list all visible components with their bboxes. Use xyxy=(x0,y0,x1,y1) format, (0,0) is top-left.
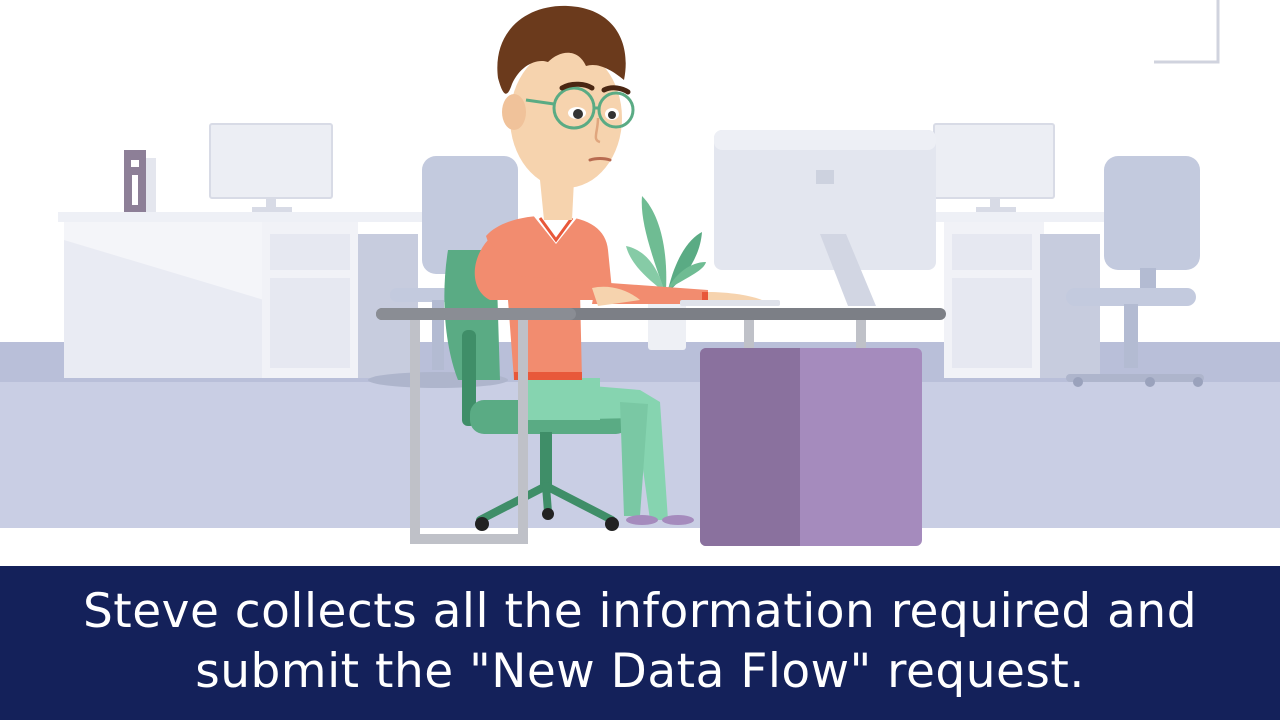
keyboard xyxy=(680,300,780,306)
binder-icon xyxy=(124,150,156,212)
caption-line-1: Steve collects all the information requi… xyxy=(82,584,1198,639)
caption-bar: Steve collects all the information requi… xyxy=(0,566,1280,720)
office-scene xyxy=(0,0,1280,566)
background-monitor-left xyxy=(209,123,333,212)
caption-line-2: submit the "New Data Flow" request. xyxy=(195,644,1085,699)
background-desk-left xyxy=(58,212,438,378)
background-monitor-right xyxy=(933,123,1055,212)
caption-text: Steve collects all the information requi… xyxy=(40,582,1240,702)
